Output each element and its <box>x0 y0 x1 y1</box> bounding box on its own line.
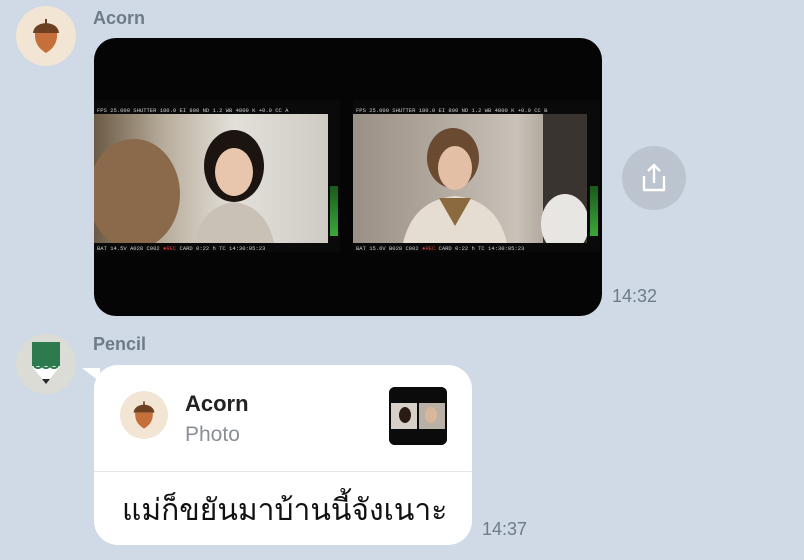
audio-meter-a <box>330 186 338 236</box>
message-bubble[interactable]: Acorn Photo แม่ก็ขยันมาบ้านนี้จังเนาะ <box>94 365 472 545</box>
reply-thumbnail <box>389 387 447 445</box>
share-icon <box>642 163 666 192</box>
monitor-a-bottom-meta: BAT 14.5V A028 C002 ●REC CARD 0:22 h TC … <box>97 245 266 252</box>
acorn-icon <box>133 401 155 429</box>
divider <box>94 471 472 472</box>
sender-name: Pencil <box>93 334 147 354</box>
message-timestamp: 14:32 <box>612 286 658 306</box>
share-button[interactable] <box>622 146 686 210</box>
monitor-a-scene <box>94 114 328 243</box>
acorn-icon <box>33 19 59 53</box>
monitor-b-bottom-meta: BAT 15.6V B028 C002 ●REC CARD 0:22 h TC … <box>356 245 525 252</box>
reply-preview[interactable]: Acorn Photo <box>94 365 472 471</box>
camera-monitor-b: FPS 25.000 SHUTTER 180.0 EI 800 ND 1.2 W… <box>353 100 600 252</box>
pencil-icon <box>32 342 60 384</box>
pencil-avatar[interactable] <box>16 334 76 394</box>
sender-name: Acorn <box>93 8 146 28</box>
photo-message[interactable]: FPS 25.000 SHUTTER 180.0 EI 800 ND 1.2 W… <box>94 38 602 316</box>
reply-type-label: Photo <box>185 423 240 446</box>
message-timestamp: 14:37 <box>482 519 528 539</box>
monitor-b-scene <box>353 114 587 243</box>
reply-avatar <box>120 391 168 439</box>
reply-sender-name: Acorn <box>185 391 249 416</box>
message-text: แม่ก็ขยันมาบ้านนี้จังเนาะ <box>122 494 448 527</box>
acorn-avatar[interactable] <box>16 6 76 66</box>
camera-monitor-a: FPS 25.000 SHUTTER 180.0 EI 800 ND 1.2 W… <box>94 100 340 252</box>
audio-meter-b <box>590 186 598 236</box>
